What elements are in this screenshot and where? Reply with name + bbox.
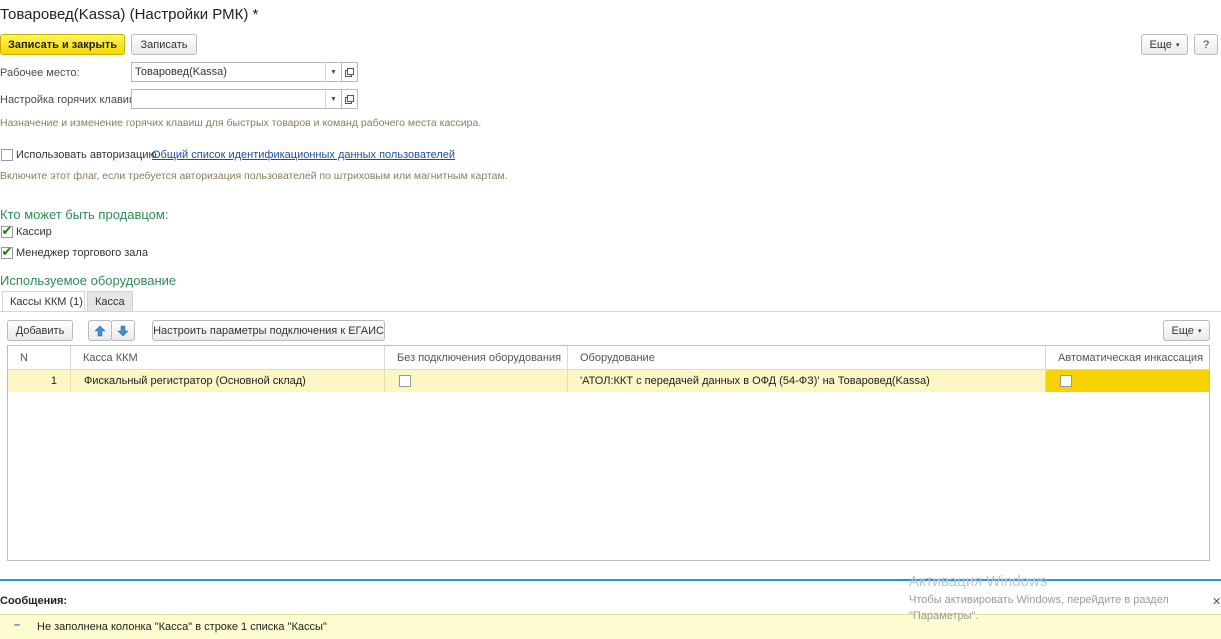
auto-collection-checkbox[interactable] (1060, 375, 1072, 387)
hotkeys-label: Настройка горячих клавиш: (0, 94, 141, 106)
auth-list-link[interactable]: Общий список идентификационных данных по… (152, 149, 455, 161)
column-header-kkm[interactable]: Касса ККМ (71, 346, 385, 370)
dropdown-icon[interactable]: ▼ (325, 63, 341, 81)
workplace-field[interactable]: Товаровед(Kassa) ▼ (131, 62, 342, 82)
checkmark-icon: ✔ (1, 244, 13, 259)
column-header-auto-collection[interactable]: Автоматическая инкассация (1046, 346, 1209, 370)
chevron-down-icon: ▾ (1197, 327, 1202, 335)
auth-hint: Включите этот флаг, если требуется автор… (0, 170, 508, 182)
cell-no-connection[interactable] (385, 370, 568, 392)
column-header-n[interactable]: N (8, 346, 71, 370)
cell-n[interactable]: 1 (8, 370, 71, 392)
tab-kassa[interactable]: Касса (87, 291, 133, 311)
arrow-up-icon (94, 325, 106, 336)
help-button[interactable]: ? (1194, 34, 1218, 55)
close-messages-icon[interactable]: ✕ (1212, 595, 1221, 608)
more-label: Еще (1171, 324, 1194, 337)
no-connection-checkbox[interactable] (399, 375, 411, 387)
floor-manager-checkbox[interactable]: ✔ (1, 244, 13, 259)
use-auth-label[interactable]: Использовать авторизацию (16, 149, 157, 161)
add-button[interactable]: Добавить (7, 320, 73, 341)
minus-icon: – (14, 619, 21, 631)
cell-auto-collection[interactable] (1046, 370, 1209, 392)
arrow-down-icon (117, 325, 129, 336)
watermark-line: "Параметры". (909, 610, 979, 622)
move-down-button[interactable] (111, 320, 135, 341)
message-text: Не заполнена колонка "Касса" в строке 1 … (37, 621, 327, 633)
more-button[interactable]: Еще ▾ (1141, 34, 1188, 55)
workplace-value: Товаровед(Kassa) (135, 66, 227, 78)
open-hotkeys-button[interactable] (341, 89, 358, 109)
save-and-close-button[interactable]: Записать и закрыть (0, 34, 125, 55)
window-title: Товаровед(Kassa) (Настройки РМК) * (0, 6, 259, 23)
tab-kkm[interactable]: Кассы ККМ (1) (2, 291, 85, 311)
hotkeys-field[interactable]: ▼ (131, 89, 342, 109)
hotkeys-hint: Назначение и изменение горячих клавиш дл… (0, 117, 482, 129)
configure-egais-button[interactable]: Настроить параметры подключения к ЕГАИС (152, 320, 385, 341)
floor-manager-label[interactable]: Менеджер торгового зала (16, 247, 148, 259)
checkmark-icon: ✔ (1, 223, 13, 238)
move-up-button[interactable] (88, 320, 112, 341)
messages-heading: Сообщения: (0, 595, 68, 607)
chevron-down-icon: ▾ (1175, 41, 1180, 49)
column-header-equipment[interactable]: Оборудование (568, 346, 1046, 370)
sellers-heading: Кто может быть продавцом: (0, 207, 169, 222)
column-header-no-connection[interactable]: Без подключения оборудования (385, 346, 568, 370)
kkm-table[interactable]: N Касса ККМ Без подключения оборудования… (7, 345, 1210, 561)
open-icon (345, 94, 354, 104)
message-item[interactable]: – Не заполнена колонка "Касса" в строке … (0, 614, 1221, 639)
use-auth-checkbox[interactable] (1, 149, 13, 161)
watermark-line: Чтобы активировать Windows, перейдите в … (909, 594, 1169, 606)
equipment-heading: Используемое оборудование (0, 273, 177, 288)
more-label: Еще (1149, 38, 1172, 51)
watermark-title: Активация Windows (909, 573, 1048, 590)
workplace-label: Рабочее место: (0, 67, 80, 79)
open-workplace-button[interactable] (341, 62, 358, 82)
cell-kkm[interactable]: Фискальный регистратор (Основной склад) (71, 370, 385, 392)
table-more-button[interactable]: Еще ▾ (1163, 320, 1210, 341)
tab-divider (0, 311, 1221, 312)
dropdown-icon[interactable]: ▼ (325, 90, 341, 108)
save-button[interactable]: Записать (131, 34, 197, 55)
open-icon (345, 67, 354, 77)
cell-equipment[interactable]: 'АТОЛ:ККТ с передачей данных в ОФД (54-Ф… (568, 370, 1046, 392)
cashier-checkbox[interactable]: ✔ (1, 223, 13, 238)
cashier-label[interactable]: Кассир (16, 226, 52, 238)
